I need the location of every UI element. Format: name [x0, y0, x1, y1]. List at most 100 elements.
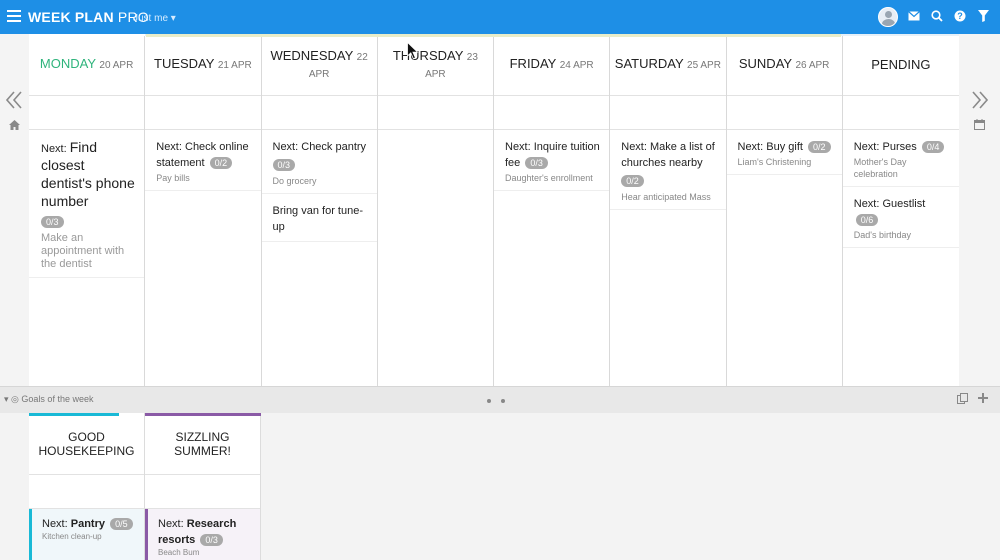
task-prefix: Next: [853, 198, 880, 210]
task-card[interactable]: Next: Purses 0/4 Mother's Day celebratio… [842, 130, 959, 187]
right-side-nav [958, 34, 1000, 386]
day-header-thursday[interactable]: THURSDAY 23 APR [377, 34, 493, 96]
goals-actions [957, 393, 988, 407]
day-header-sunday[interactable]: SUNDAY 26 APR [726, 34, 842, 96]
app-title-main: WEEK PLAN [28, 9, 114, 25]
task-progress-badge: 0/3 [525, 157, 548, 170]
task-subtitle: Daughter's enrollment [505, 173, 593, 183]
task-progress-badge: 0/6 [855, 214, 879, 227]
day-date: 21 APR [217, 60, 252, 71]
task-prefix: Next: [272, 141, 299, 153]
day-column-tuesday: TUESDAY 21 APR Next: Check online statem… [145, 34, 262, 386]
week-highlight-border [146, 34, 841, 37]
task-subtitle: Dad's birthday [853, 230, 911, 240]
top-bar: WEEK PLAN PRO Just me ▾ ? [0, 0, 1000, 34]
today-top-border [29, 34, 145, 36]
task-progress-badge: 0/3 [41, 215, 64, 228]
task-title: Buy gift [766, 141, 803, 153]
task-card[interactable]: Next: Find closest dentist's phone numbe… [29, 130, 145, 278]
task-title: Pantry [70, 518, 105, 530]
task-progress-badge: 0/4 [921, 141, 945, 154]
goal-title[interactable]: GOOD HOUSEKEEPING [29, 413, 144, 475]
day-column-wednesday: WEDNESDAY 22 APR Next: Check pantry 0/3 … [261, 34, 378, 386]
day-date: 25 APR [687, 60, 721, 71]
task-subtitle: Make an appointment with the dentist [41, 232, 125, 270]
task-card[interactable]: Next: Check pantry 0/3 Do grocery [261, 130, 377, 194]
help-icon[interactable]: ? [953, 10, 967, 25]
day-date: 20 APR [99, 60, 134, 71]
svg-text:?: ? [957, 11, 963, 21]
day-name: SATURDAY [614, 56, 684, 71]
copy-icon[interactable] [957, 393, 968, 407]
day-column-thursday: THURSDAY 23 APR [377, 34, 494, 386]
day-header-saturday[interactable]: SATURDAY 25 APR [610, 34, 726, 96]
goals-toggle[interactable]: ▾ ◎ Goals of the week [4, 394, 93, 405]
calendar-icon[interactable] [974, 119, 985, 133]
goal-task-card[interactable]: Next: Pantry 0/5 Kitchen clean-up [29, 509, 144, 560]
task-prefix: Next: [737, 141, 764, 153]
hamburger-icon[interactable] [7, 10, 21, 22]
day-date: 24 APR [559, 60, 594, 71]
day-quick-add[interactable] [726, 96, 842, 130]
double-chevron-left-icon[interactable] [5, 89, 22, 115]
task-subtitle: Pay bills [156, 173, 190, 183]
day-name: WEDNESDAY [270, 47, 354, 63]
day-quick-add[interactable] [145, 96, 261, 130]
goal-quick-add[interactable] [29, 475, 144, 509]
task-card[interactable]: Bring van for tune-up [261, 194, 377, 242]
task-prefix: Next: [158, 518, 184, 530]
goal-quick-add[interactable] [145, 475, 260, 509]
day-header-pending[interactable]: PENDING [842, 34, 959, 96]
goal-title[interactable]: SIZZLING SUMMER! [145, 413, 260, 475]
day-header-wednesday[interactable]: WEDNESDAY 22 APR [261, 34, 377, 96]
task-title: Check pantry [301, 141, 367, 153]
day-name: FRIDAY [509, 56, 557, 71]
day-quick-add[interactable] [261, 96, 377, 130]
goal-column-housekeeping: GOOD HOUSEKEEPING Next: Pantry 0/5 Kitch… [29, 413, 145, 560]
task-card[interactable]: Next: Guestlist 0/6 Dad's birthday [842, 187, 959, 248]
task-title: Guestlist [882, 198, 926, 210]
task-progress-badge: 0/2 [209, 157, 233, 170]
day-name: PENDING [871, 57, 931, 72]
pager-dot[interactable] [487, 399, 491, 403]
day-quick-add[interactable] [494, 96, 610, 130]
home-icon[interactable] [9, 119, 20, 133]
add-icon[interactable] [978, 393, 988, 407]
goal-task-card[interactable]: Next: Research resorts 0/3 Beach Bum [145, 509, 260, 560]
mail-icon[interactable] [907, 10, 921, 24]
day-header-friday[interactable]: FRIDAY 24 APR [494, 34, 610, 96]
task-card[interactable]: Next: Check online statement 0/2 Pay bil… [145, 130, 261, 191]
day-quick-add[interactable] [377, 96, 493, 130]
search-icon[interactable] [930, 9, 944, 25]
pager-dot[interactable] [501, 399, 505, 403]
day-quick-add[interactable] [29, 96, 145, 130]
day-column-saturday: SATURDAY 25 APR Next: Make a list of chu… [610, 34, 727, 386]
goals-pager[interactable] [487, 399, 505, 403]
top-icons: ? [878, 7, 990, 27]
task-subtitle: Do grocery [272, 176, 317, 186]
day-column-pending: PENDING Next: Purses 0/4 Mother's Day ce… [842, 34, 959, 386]
task-title: Bring van for tune-up [272, 205, 364, 233]
week-board: MONDAY 20 APR Next: Find closest dentist… [29, 34, 959, 386]
task-progress-badge: 0/2 [621, 174, 644, 187]
filter-icon[interactable] [976, 9, 990, 25]
day-header-tuesday[interactable]: TUESDAY 21 APR [145, 34, 261, 96]
task-card[interactable]: Next: Inquire tuition fee 0/3 Daughter's… [494, 130, 610, 191]
task-progress-badge: 0/3 [272, 158, 296, 171]
day-header-monday[interactable]: MONDAY 20 APR [29, 34, 145, 96]
task-subtitle: Kitchen clean-up [42, 532, 102, 541]
goal-color-stripe [29, 413, 119, 416]
user-avatar[interactable] [878, 7, 898, 27]
task-card[interactable]: Next: Make a list of churches nearby 0/2… [610, 130, 726, 210]
double-chevron-right-icon[interactable] [972, 89, 989, 115]
task-prefix: Next: [41, 143, 67, 155]
task-card[interactable]: Next: Buy gift 0/2 Liam's Christening [726, 130, 842, 175]
app-title: WEEK PLAN PRO [28, 9, 149, 25]
task-prefix: Next: [621, 141, 647, 153]
user-filter-dropdown[interactable]: Just me ▾ [133, 13, 176, 24]
day-quick-add[interactable] [610, 96, 726, 130]
task-prefix: Next: [156, 141, 182, 153]
task-subtitle: Mother's Day celebration [853, 157, 907, 179]
task-progress-badge: 0/2 [808, 141, 831, 154]
day-quick-add[interactable] [842, 96, 959, 130]
